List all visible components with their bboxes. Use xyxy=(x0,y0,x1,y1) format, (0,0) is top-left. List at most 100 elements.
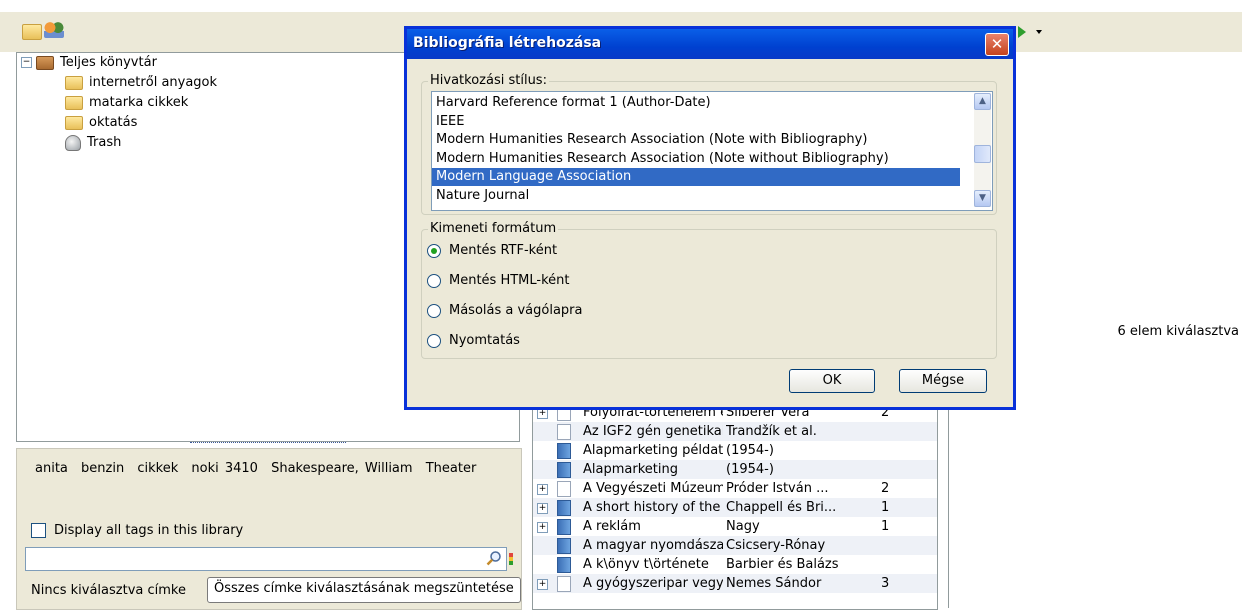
expand-icon[interactable]: + xyxy=(537,522,548,533)
item-title: A k\önyv t\örténete xyxy=(583,557,709,572)
ok-button[interactable]: OK xyxy=(789,369,875,393)
citation-style-list[interactable]: Harvard Reference format 1 (Author-Date)… xyxy=(431,91,993,211)
scrollbar-thumb[interactable] xyxy=(974,145,991,163)
item-row[interactable]: A magyar nyomdászat...Csicsery-Rónay xyxy=(533,536,937,555)
scroll-up-button[interactable]: ▲ xyxy=(974,93,991,110)
checkbox-box[interactable] xyxy=(31,523,46,538)
book-icon xyxy=(557,462,571,478)
expand-icon[interactable]: + xyxy=(537,503,548,514)
item-row[interactable]: A k\önyv t\örténete Barbier és Balázs xyxy=(533,555,937,574)
item-title: A reklám xyxy=(583,519,641,534)
folder-label: oktatás xyxy=(89,115,138,130)
book-icon xyxy=(557,557,571,573)
pane-splitter[interactable] xyxy=(190,440,346,446)
tree-item-folder[interactable]: oktatás xyxy=(65,113,137,133)
book-icon xyxy=(557,519,571,535)
chevron-down-icon: ▼ xyxy=(979,193,986,203)
create-bibliography-dialog: Bibliográfia létrehozása ✕ Hivatkozási s… xyxy=(404,26,1016,410)
citation-style-option[interactable]: Modern Humanities Research Association (… xyxy=(432,131,960,149)
item-row[interactable]: Alapmarketing példatár (1954-) xyxy=(533,441,937,460)
item-row[interactable]: + A gyógyszeripar vegyi...Nemes Sándor 3 xyxy=(533,574,937,593)
item-child-count: 1 xyxy=(881,519,890,534)
item-creator: (1954-) xyxy=(726,462,774,477)
new-collection-icon[interactable] xyxy=(22,24,42,40)
citation-style-option[interactable]: Modern Humanities Research Association (… xyxy=(432,150,960,168)
close-icon: ✕ xyxy=(990,35,1004,53)
style-list-scrollbar[interactable]: ▲ ▼ xyxy=(974,93,991,207)
item-creator: Nagy xyxy=(726,519,760,534)
item-title: A Vegyészeti Múzeum ... xyxy=(583,481,723,496)
display-all-label: Display all tags in this library xyxy=(54,523,244,538)
tree-item-folder[interactable]: matarka cikkek xyxy=(65,93,188,113)
item-row[interactable]: + A Vegyészeti Múzeum ...Próder István ..… xyxy=(533,479,937,498)
item-title: Az IGF2 gén genetikai ... xyxy=(583,424,723,439)
expand-icon[interactable]: + xyxy=(537,484,548,495)
deselect-all-tags-button[interactable]: Összes címke kiválasztásának megszünteté… xyxy=(207,577,521,603)
item-creator: Barbier és Balázs xyxy=(726,557,839,572)
output-format-label: Mentés RTF-ként xyxy=(449,243,558,258)
output-format-option[interactable]: Mentés RTF-ként xyxy=(427,243,557,258)
radio-button[interactable] xyxy=(427,333,441,348)
trash-label: Trash xyxy=(87,135,122,150)
tag[interactable]: anita xyxy=(35,461,68,476)
library-icon xyxy=(36,55,54,70)
tree-item-trash[interactable]: Trash xyxy=(65,133,121,153)
item-child-count: 1 xyxy=(881,500,890,515)
new-group-icon[interactable] xyxy=(44,22,64,38)
tag[interactable]: benzin xyxy=(81,461,124,476)
document-icon xyxy=(557,481,571,497)
radio-button[interactable] xyxy=(427,303,441,318)
folder-label: internetről anyagok xyxy=(89,75,218,90)
tag[interactable]: Shakespeare, William xyxy=(271,461,412,476)
selected-tags-label: Nincs kiválasztva címke xyxy=(31,583,186,598)
citation-style-option[interactable]: Modern Language Association xyxy=(432,168,960,186)
item-creator: (1954-) xyxy=(726,443,774,458)
go-arrow-icon[interactable] xyxy=(1018,26,1026,38)
citation-style-option[interactable]: IEEE xyxy=(432,113,960,131)
item-title: A short history of the ... xyxy=(583,500,723,515)
item-child-count: 2 xyxy=(881,481,890,496)
tag[interactable]: cikkek xyxy=(137,461,178,476)
tree-item-folder[interactable]: internetről anyagok xyxy=(65,73,217,93)
chevron-up-icon: ▲ xyxy=(979,96,986,106)
library-label: Teljes könyvtár xyxy=(60,55,157,70)
tag-actions-icon[interactable] xyxy=(509,553,513,565)
item-row[interactable]: + A short history of the ... Chappell és B… xyxy=(533,498,937,517)
item-creator: Nemes Sándor xyxy=(726,576,822,591)
output-format-option[interactable]: Nyomtatás xyxy=(427,333,520,348)
item-title: Alapmarketing példatár xyxy=(583,443,723,458)
item-row[interactable]: + A reklám Nagy 1 xyxy=(533,517,937,536)
item-row[interactable]: Alapmarketing (1954-) xyxy=(533,460,937,479)
radio-button[interactable] xyxy=(427,243,441,258)
tree-item-library[interactable]: − Teljes könyvtár xyxy=(21,53,157,73)
radio-button[interactable] xyxy=(427,273,441,288)
folder-icon xyxy=(65,95,83,110)
collapse-icon[interactable]: − xyxy=(21,57,32,68)
document-icon xyxy=(557,424,571,440)
item-row[interactable]: Az IGF2 gén genetikai ...Trandžík et al. xyxy=(533,422,937,441)
item-child-count: 3 xyxy=(881,576,890,591)
item-creator: Trandžík et al. xyxy=(726,424,817,439)
tag[interactable]: Theater xyxy=(426,461,477,476)
dropdown-arrow-icon[interactable] xyxy=(1036,30,1042,34)
display-all-tags-checkbox[interactable]: Display all tags in this library xyxy=(31,523,243,538)
output-format-label: Másolás a vágólapra xyxy=(449,303,583,318)
book-icon xyxy=(557,443,571,459)
search-icon[interactable] xyxy=(486,550,502,566)
tag-filter-input[interactable] xyxy=(25,547,507,571)
selected-count-label: 6 elem kiválasztva xyxy=(1117,324,1239,339)
folder-label: matarka cikkek xyxy=(89,95,189,110)
output-format-option[interactable]: Mentés HTML-ként xyxy=(427,273,570,288)
close-button[interactable]: ✕ xyxy=(985,33,1009,56)
item-creator: Csicsery-Rónay xyxy=(726,538,826,553)
expand-icon[interactable]: + xyxy=(537,579,548,590)
tag[interactable]: noki 3410 xyxy=(191,461,258,476)
citation-style-option[interactable]: Harvard Reference format 1 (Author-Date) xyxy=(432,94,960,112)
scroll-down-button[interactable]: ▼ xyxy=(974,190,991,207)
citation-style-option[interactable]: Nature Journal xyxy=(432,187,960,205)
output-format-option[interactable]: Másolás a vágólapra xyxy=(427,303,583,318)
tag-selector: anita benzin cikkek noki 3410 Shakespear… xyxy=(16,448,522,610)
dialog-titlebar[interactable]: Bibliográfia létrehozása ✕ xyxy=(407,29,1013,59)
output-format-label: Nyomtatás xyxy=(449,333,520,348)
cancel-button[interactable]: Mégse xyxy=(899,369,987,393)
